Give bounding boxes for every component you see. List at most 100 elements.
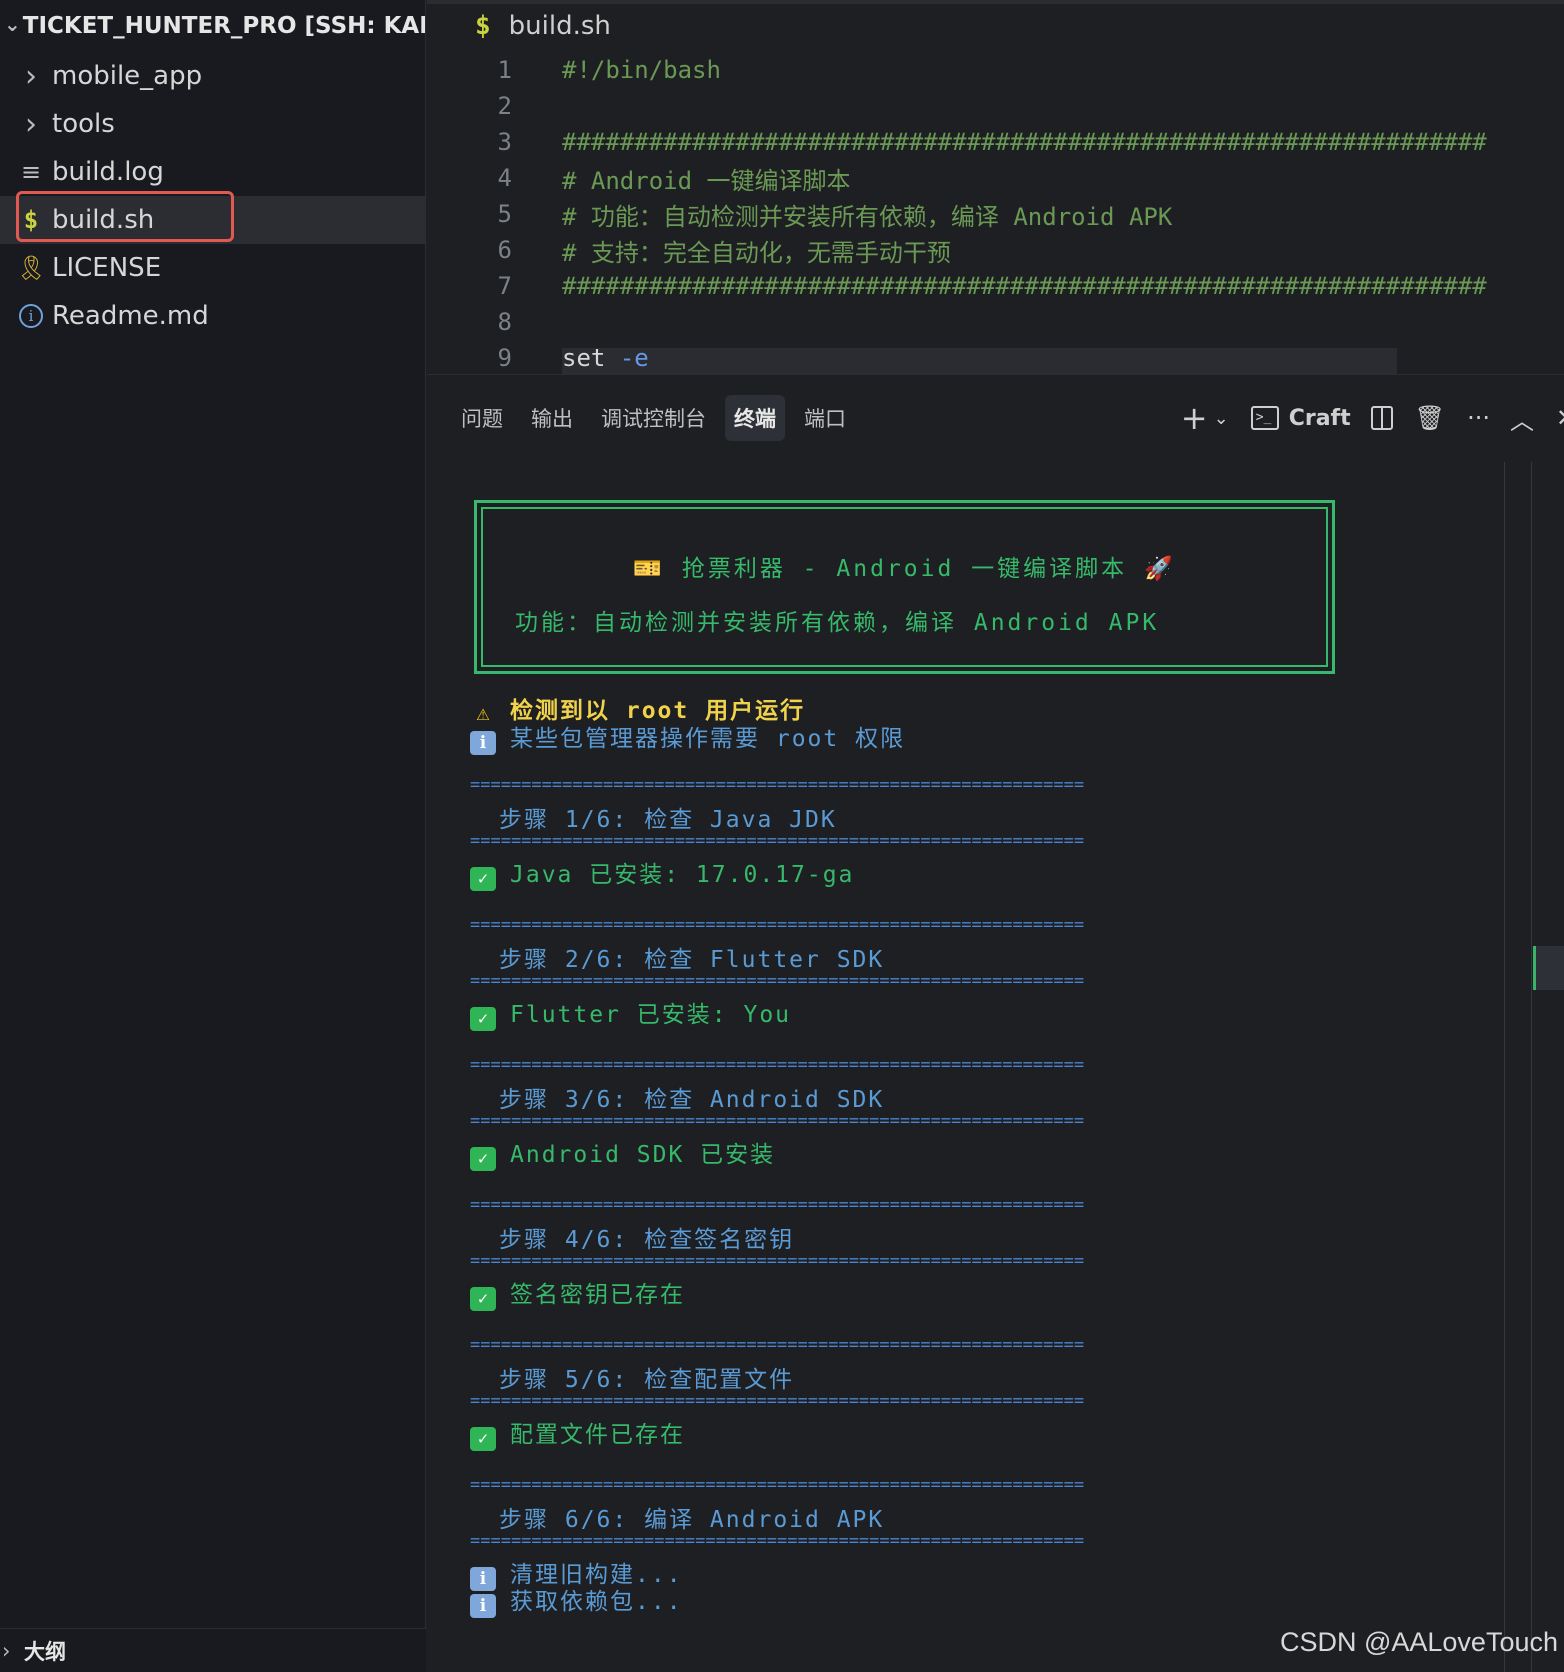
code-line[interactable]: 1 #!/bin/bash (427, 52, 1564, 88)
line-number: 8 (497, 308, 512, 336)
maximize-panel-button[interactable]: ︿ (1510, 401, 1534, 436)
code-line[interactable]: 7 ######################################… (427, 268, 1564, 304)
code-line[interactable]: 6 # 支持：完全自动化，无需手动干预 (427, 232, 1564, 268)
dollar-icon: $ (23, 206, 39, 234)
terminal-profile-button[interactable]: >_ Craft (1250, 406, 1351, 431)
separator-line: ========================================… (470, 1111, 1085, 1131)
terminal-scrollbar[interactable] (1504, 462, 1532, 1672)
step-result-line: ✓ Flutter 已安装: You (470, 995, 791, 1031)
plus-icon: + (1180, 399, 1208, 437)
breadcrumb-filename[interactable]: build.sh (509, 11, 611, 41)
outline-label: 大纲 (24, 1639, 66, 1664)
tab-output[interactable]: 输出 (522, 395, 582, 441)
step-result-text: Java 已安装: 17.0.17-ga (510, 862, 855, 888)
check-icon: ✓ (470, 1007, 496, 1031)
line-number: 3 (497, 128, 512, 156)
code-line[interactable]: 5 # 功能：自动检测并安装所有依赖，编译 Android APK (427, 196, 1564, 232)
tab-problems[interactable]: 问题 (452, 395, 512, 441)
separator-line: ========================================… (470, 971, 1085, 991)
tab-debug-console[interactable]: 调试控制台 (592, 395, 715, 441)
kill-terminal-button[interactable]: 🗑 (1415, 404, 1445, 432)
code-text: ########################################… (562, 128, 1487, 156)
tree-item-tools[interactable]: › tools (0, 100, 425, 148)
step-result-text: 配置文件已存在 (510, 1422, 685, 1448)
tree-item-label: LICENSE (52, 253, 162, 283)
banner-inner-border: 🎫 抢票利器 - Android 一键编译脚本 🚀 功能：自动检测并安装所有依赖… (481, 507, 1328, 667)
license-icon: 🎗 (16, 254, 47, 282)
code-line[interactable]: 2 (427, 88, 1564, 124)
step-result-line: ✓ 签名密钥已存在 (470, 1275, 685, 1311)
code-line[interactable]: 8 (427, 304, 1564, 340)
explorer-sidebar: ⌄ TICKET_HUNTER_PRO [SSH: KAIF... › mobi… (0, 0, 426, 1672)
check-icon: ✓ (470, 1427, 496, 1451)
tree-item-readme[interactable]: i Readme.md (0, 292, 425, 340)
step-title: 步骤 4/6: 检查签名密钥 (499, 1227, 795, 1253)
chevron-down-icon: ⌄ (4, 12, 21, 36)
panel-tabs: 问题 输出 调试控制台 终端 端口 (427, 394, 855, 442)
line-number: 6 (497, 236, 512, 264)
info-icon: i (19, 304, 43, 328)
root-info-text: 某些包管理器操作需要 root 权限 (510, 726, 906, 752)
code-text: #!/bin/bash (562, 56, 721, 84)
tree-item-label: build.log (52, 157, 164, 187)
chevron-up-icon: ︿ (1510, 406, 1534, 435)
separator-line: ========================================… (470, 1251, 1085, 1271)
outline-section[interactable]: › 大纲 (0, 1628, 426, 1672)
code-line[interactable]: 4 # Android 一键编译脚本 (427, 160, 1564, 196)
step-result-text: Android SDK 已安装 (510, 1142, 776, 1168)
chevron-right-icon: › (2, 1638, 11, 1663)
separator-line: ========================================… (470, 1335, 1085, 1355)
close-panel-button[interactable]: ✕ (1556, 404, 1564, 432)
explorer-root-folder[interactable]: ⌄ TICKET_HUNTER_PRO [SSH: KAIF... (0, 0, 425, 52)
code-text: # 支持：完全自动化，无需手动干预 (562, 238, 951, 267)
step-result-line: ✓ Android SDK 已安装 (470, 1135, 775, 1171)
line-number: 5 (497, 200, 512, 228)
step-title: 步骤 2/6: 检查 Flutter SDK (499, 947, 885, 973)
separator-line: ========================================… (470, 831, 1085, 851)
check-icon: ✓ (470, 867, 496, 891)
step-result-line: ✓ Java 已安装: 17.0.17-ga (470, 855, 854, 891)
chevron-down-icon[interactable]: ⌄ (1214, 408, 1229, 429)
split-terminal-button[interactable] (1370, 406, 1393, 430)
info-line: i 获取依赖包... (470, 1582, 683, 1618)
code-editor[interactable]: $ build.sh 1 #!/bin/bash 2 3 ###########… (427, 0, 1564, 375)
watermark: CSDN @AALoveTouch (1279, 1627, 1558, 1657)
terminal-banner: 🎫 抢票利器 - Android 一键编译脚本 🚀 功能：自动检测并安装所有依赖… (474, 500, 1335, 674)
separator-line: ========================================… (470, 1531, 1085, 1551)
step-result-text: Flutter 已安装: You (510, 1002, 792, 1028)
separator-line: ========================================… (470, 1055, 1085, 1075)
ellipsis-icon: ··· (1467, 404, 1490, 432)
lines-icon: ≡ (20, 158, 42, 186)
code-text: # Android 一键编译脚本 (562, 166, 851, 195)
keyword-set: set (562, 344, 606, 372)
more-actions-button[interactable]: ··· (1467, 404, 1490, 432)
new-terminal-button[interactable]: + ⌄ (1181, 399, 1229, 437)
code-line[interactable]: 9 set -e (427, 340, 1564, 374)
tab-terminal[interactable]: 终端 (725, 395, 785, 441)
tab-ports[interactable]: 端口 (795, 395, 855, 441)
root-info-line: i 某些包管理器操作需要 root 权限 (470, 719, 905, 755)
scrollbar-marker (1533, 946, 1564, 990)
tree-item-build-sh[interactable]: $ build.sh (0, 196, 425, 244)
tree-item-label: build.sh (52, 205, 155, 235)
banner-title: 🎫 抢票利器 - Android 一键编译脚本 🚀 (633, 556, 1176, 582)
line-number: 7 (497, 272, 512, 300)
separator-line: ========================================… (470, 775, 1085, 795)
tree-item-mobile-app[interactable]: › mobile_app (0, 52, 425, 100)
step-title: 步骤 5/6: 检查配置文件 (499, 1367, 795, 1393)
trash-icon: 🗑 (1414, 404, 1446, 432)
separator-line: ========================================… (470, 1195, 1085, 1215)
line-number: 1 (497, 56, 512, 84)
code-text: # 功能：自动检测并安装所有依赖，编译 Android APK (562, 202, 1173, 231)
tree-item-build-log[interactable]: ≡ build.log (0, 148, 425, 196)
split-icon (1370, 406, 1393, 430)
chevron-right-icon: › (25, 106, 37, 142)
root-folder-label: TICKET_HUNTER_PRO [SSH: KAIF... (22, 13, 425, 39)
info-line-text: 获取依赖包... (510, 1589, 683, 1615)
dollar-icon: $ (475, 11, 491, 41)
tree-item-license[interactable]: 🎗 LICENSE (0, 244, 425, 292)
step-title: 步骤 1/6: 检查 Java JDK (499, 807, 837, 833)
line-number: 4 (497, 164, 512, 192)
check-icon: ✓ (470, 1147, 496, 1171)
code-line[interactable]: 3 ######################################… (427, 124, 1564, 160)
